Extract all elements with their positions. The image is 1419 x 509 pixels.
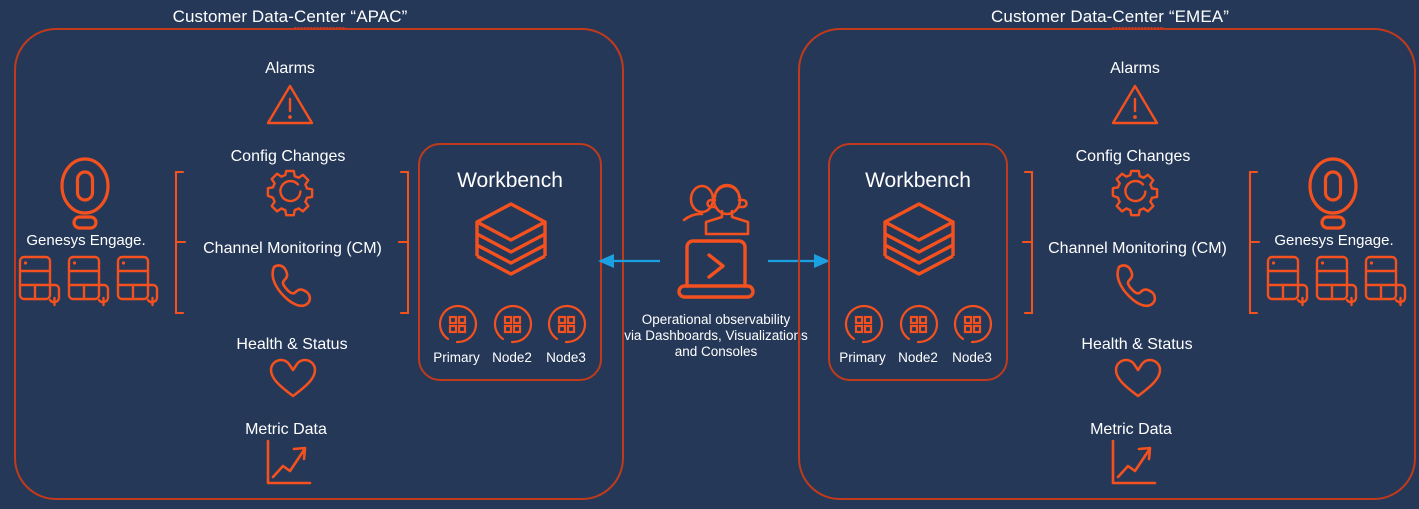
apac-signal-label-health-status: Health & Status (236, 336, 348, 353)
node-cluster-icon (952, 304, 993, 344)
node-cluster-icon (898, 304, 939, 344)
heart-icon (268, 357, 318, 399)
emea-signal-label-health-status: Health & Status (1081, 336, 1193, 353)
apac-title-post: “APAC” (345, 7, 408, 26)
alarm-warning-triangle-icon (265, 82, 315, 126)
emea-node-label-node3: Node3 (952, 350, 992, 365)
metric-trend-chart-icon (264, 439, 318, 489)
center-caption: Operational observability via Dashboards… (624, 312, 808, 359)
apac-title-squiggle-word: Center (293, 7, 346, 26)
node-cluster-icon (492, 304, 533, 344)
emea-signal-label-alarms: Alarms (1110, 60, 1160, 77)
emea-source-label: Genesys Engage. (1274, 232, 1394, 249)
node-cluster-icon (437, 304, 478, 344)
layered-stack-icon (473, 200, 549, 278)
emea-signal-label-metric-data: Metric Data (1090, 421, 1172, 438)
apac-workbench-title: Workbench (457, 169, 563, 192)
apac-panel-title: Customer Data-Center “APAC” (165, 7, 415, 27)
server-rack-icon (1266, 255, 1310, 307)
node-cluster-icon (843, 304, 884, 344)
server-rack-icon (18, 255, 62, 307)
apac-signal-label-alarms: Alarms (265, 60, 315, 77)
apac-signal-label-metric-data: Metric Data (245, 421, 327, 438)
apac-title-pre: Customer Data- (172, 7, 294, 26)
emea-title-squiggle-word: Center (1112, 7, 1165, 26)
laptop-console-prompt-icon (675, 238, 757, 300)
emea-panel-title: Customer Data-Center “EMEA” (985, 7, 1235, 27)
metric-trend-chart-icon (1109, 439, 1163, 489)
apac-node-label-node3: Node3 (546, 350, 586, 365)
apac-left-bracket (172, 170, 187, 315)
emea-signal-label-channel-monitoring: Channel Monitoring (CM) (1048, 240, 1227, 257)
heart-icon (1113, 357, 1163, 399)
diagram-canvas: Customer Data-Center “APAC” Genesys Enga… (0, 0, 1419, 509)
genesys-logo-icon (58, 157, 112, 230)
alarm-warning-triangle-icon (1110, 82, 1160, 126)
gear-icon (266, 168, 314, 217)
apac-source-label: Genesys Engage. (26, 232, 146, 249)
layered-stack-icon (881, 200, 957, 278)
server-rack-icon (1364, 255, 1408, 307)
phone-handset-icon (1113, 262, 1163, 310)
apac-signal-label-channel-monitoring: Channel Monitoring (CM) (203, 240, 382, 257)
server-rack-icon (67, 255, 111, 307)
emea-left-bracket (1021, 170, 1036, 315)
phone-handset-icon (268, 262, 318, 310)
genesys-logo-icon (1306, 157, 1360, 230)
emea-title-post: “EMEA” (1164, 7, 1229, 26)
emea-title-pre: Customer Data- (991, 7, 1113, 26)
server-rack-icon (116, 255, 160, 307)
arrow-left-icon (598, 253, 660, 274)
emea-workbench-title: Workbench (865, 169, 971, 192)
two-users-icon (681, 183, 751, 236)
emea-signal-label-config-changes: Config Changes (1075, 148, 1191, 165)
server-rack-icon (1315, 255, 1359, 307)
gear-icon (1111, 168, 1159, 217)
apac-signal-label-config-changes: Config Changes (230, 148, 346, 165)
node-cluster-icon (546, 304, 587, 344)
apac-right-bracket (397, 170, 412, 315)
